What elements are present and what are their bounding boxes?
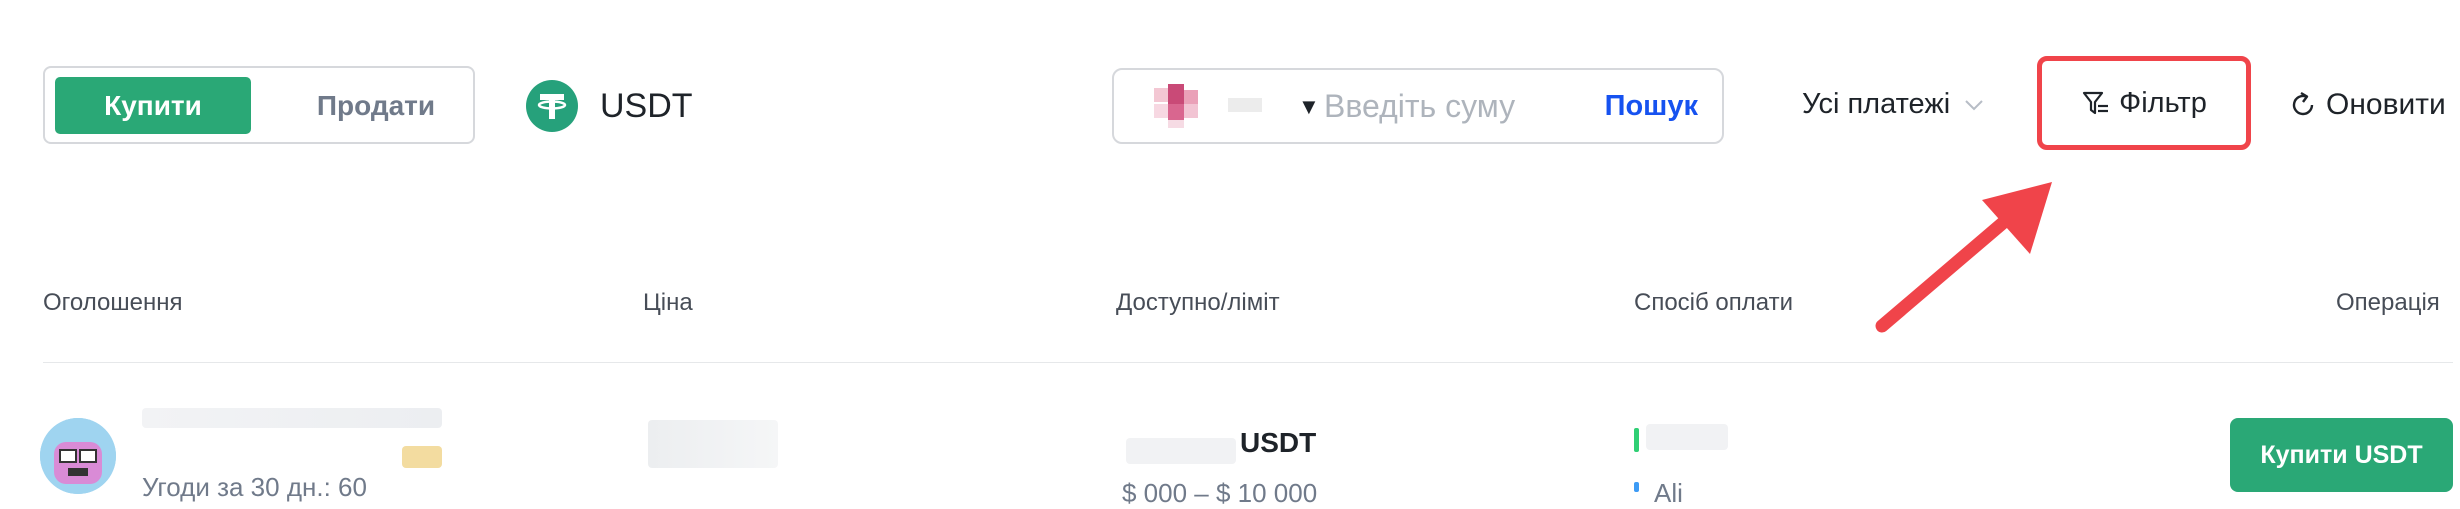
filter-icon [2083,91,2109,115]
currency-caret-icon[interactable]: ▼ [1298,94,1320,120]
avatar[interactable] [40,418,116,494]
payments-dropdown-label: Усі платежі [1802,88,1951,120]
payment-color-marker [1634,482,1639,492]
annotation-arrow-icon [1875,182,2052,333]
refresh-button-label: Оновити [2326,88,2446,121]
tether-icon [526,80,578,132]
header-divider [43,362,2453,363]
header-available-limit: Доступно/ліміт [1116,289,1280,316]
payment-color-marker [1634,428,1639,452]
refresh-button[interactable]: Оновити [2288,88,2446,122]
payment-method-1 [1646,424,1728,450]
amount-input[interactable]: Введіть суму [1324,88,1515,125]
filter-button[interactable]: Фільтр [2037,56,2251,150]
trade-type-toggle: Купити Продати [43,66,475,144]
header-price: Ціна [643,289,693,316]
header-operation: Операція [2336,289,2440,316]
search-button[interactable]: Пошук [1605,90,1698,123]
sell-tab[interactable]: Продати [285,77,467,134]
buy-usdt-button[interactable]: Купити USDT [2230,418,2453,492]
chevron-down-icon [1965,99,1983,110]
payments-dropdown[interactable]: Усі платежі [1802,88,1984,121]
refresh-icon [2292,91,2314,116]
limit-range: $ 000 – $ 10 000 [1122,478,1318,508]
price-value [648,420,778,468]
asset-label: USDT [600,86,693,125]
verified-badge-icon [402,446,442,468]
buy-tab[interactable]: Купити [55,77,251,134]
asset-selector[interactable]: USDT [526,80,693,132]
payment-method-2: Ali [1654,478,1683,508]
available-unit: USDT [1240,427,1317,458]
header-payment-method: Спосіб оплати [1634,289,1793,316]
advertiser-name[interactable] [142,408,442,428]
header-advertisement: Оголошення [43,289,183,316]
amount-search: ▼ Введіть суму Пошук [1112,68,1724,144]
available-amount [1126,438,1236,464]
trades-count: Угоди за 30 дн.: 60 [142,472,367,502]
filter-button-label: Фільтр [2119,86,2207,119]
currency-icon[interactable] [1154,84,1264,128]
